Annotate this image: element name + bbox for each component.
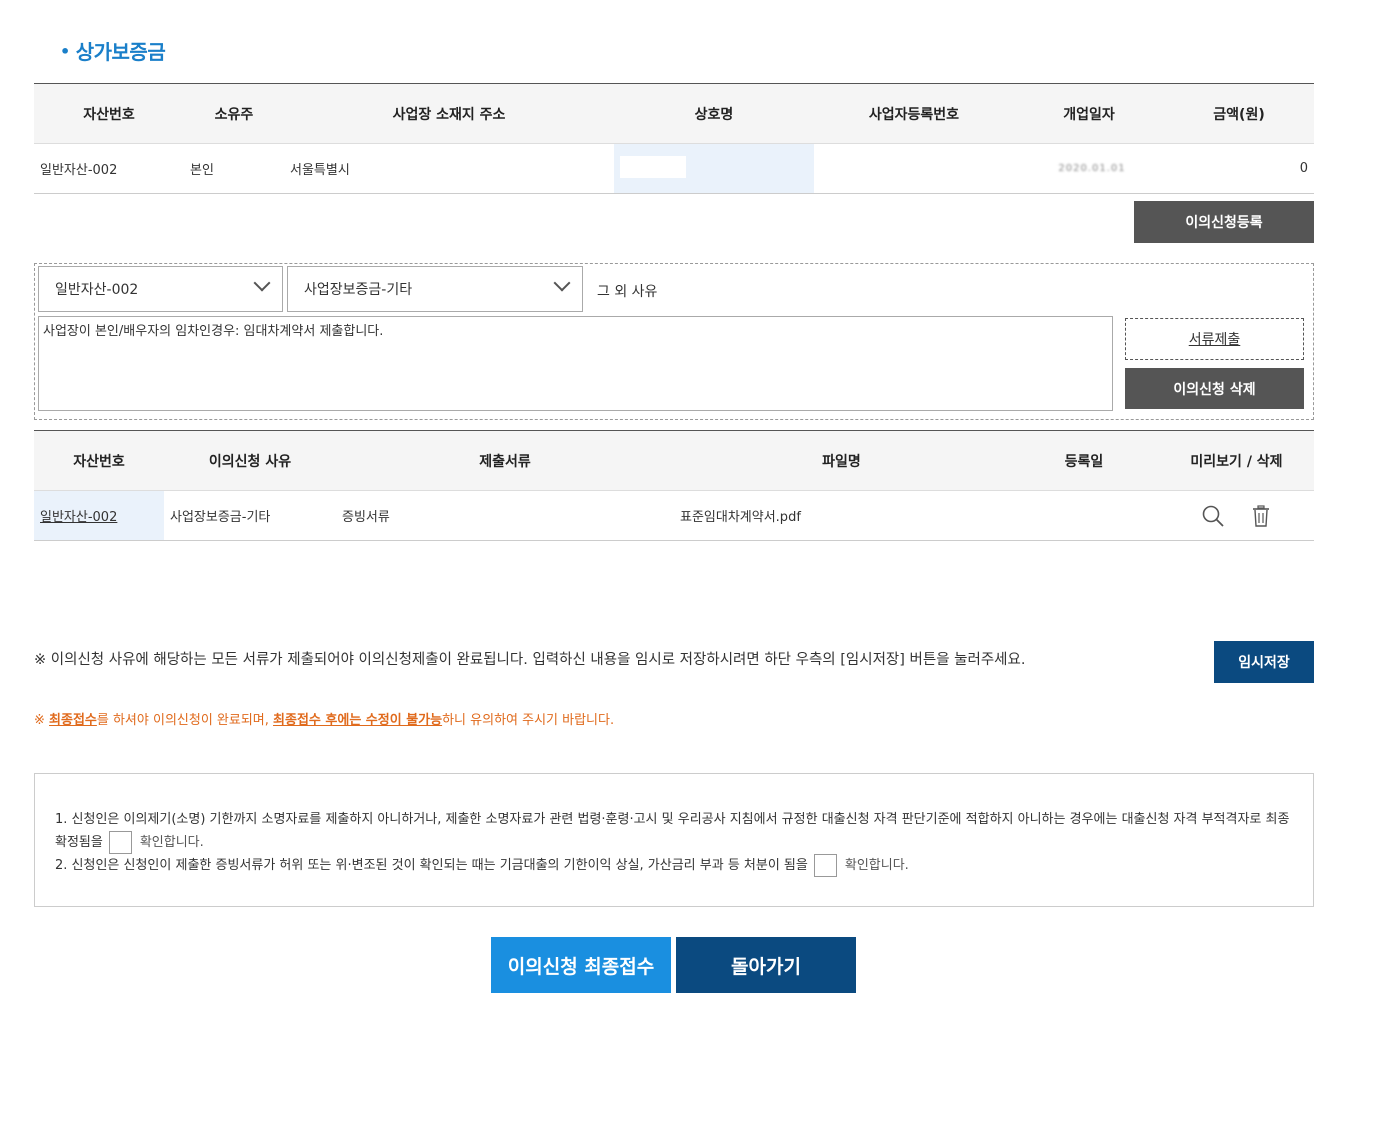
asset-table: 자산번호 소유주 사업장 소재지 주소 상호명 사업자등록번호 개업일자 금액(… [34,83,1314,194]
cell-open-date: 2020.01.01 [1058,163,1126,174]
reason-select-value: 사업장보증금-기타 [304,282,413,298]
warning-text: ※ 최종접수를 하셔야 이의신청이 완료되며, 최종접수 후에는 수정이 불가능… [34,709,614,728]
warning-prefix: ※ [34,713,50,728]
agree-checkbox-2[interactable] [813,854,837,877]
header-asset-no: 자산번호 [73,453,125,470]
agreement-box: 1. 신청인은 이의제기(소명) 기한까지 소명자료를 제출하지 아니하거나, … [34,773,1314,907]
header-amount: 금액(원) [1213,106,1265,123]
cell-business-name[interactable] [614,144,814,193]
cell-doc: 증빙서류 [342,510,390,525]
document-table-header: 자산번호 이의신청 사유 제출서류 파일명 등록일 미리보기 / 삭제 [34,431,1314,491]
warning-bold-1: 최종접수 [49,713,97,728]
header-reason: 이의신청 사유 [208,453,292,470]
table-row: 일반자산-002 본인 서울특별시 2020.01.01 0 [34,144,1314,194]
asset-select-value: 일반자산-002 [55,282,139,298]
chevron-down-icon [253,274,271,292]
cell-asset-no: 일반자산-002 [40,163,118,178]
header-filename: 파일명 [822,453,861,470]
warning-bold-2: 최종접수 후에는 수정이 불가능 [273,713,443,728]
header-owner: 소유주 [214,106,254,123]
search-icon[interactable] [1201,504,1225,528]
cell-address: 서울특별시 [290,163,350,178]
agreement-item-2-text: 2. 신청인은 신청인이 제출한 증빙서류가 허위 또는 위·변조된 것이 확인… [55,858,808,873]
header-reg-date: 등록일 [1064,453,1104,470]
header-biz-reg-no: 사업자등록번호 [868,106,960,123]
agree-checkbox-1[interactable] [108,831,132,854]
bullet-icon: • [60,42,70,61]
objection-form: 일반자산-002 사업장보증금-기타 그 외 사유 사업장이 본인/배우자의 임… [34,263,1314,420]
document-table: 자산번호 이의신청 사유 제출서류 파일명 등록일 미리보기 / 삭제 일반자산… [34,430,1314,541]
temp-save-button[interactable]: 임시저장 [1214,641,1314,683]
reason-select[interactable]: 사업장보증금-기타 [287,266,583,312]
notice-text: ※ 이의신청 사유에 해당하는 모든 서류가 제출되어야 이의신청제출이 완료됩… [34,652,1026,668]
cell-owner: 본인 [190,163,214,178]
delete-objection-button[interactable]: 이의신청 삭제 [1125,368,1304,409]
other-reason-label: 그 외 사유 [597,284,658,300]
cell-filename: 표준임대차계약서.pdf [680,510,801,525]
asset-no-link[interactable]: 일반자산-002 [34,491,164,540]
chevron-down-icon [553,274,571,292]
register-objection-button[interactable]: 이의신청등록 [1134,201,1314,243]
final-submit-button[interactable]: 이의신청 최종접수 [491,937,671,993]
agreement-item-1: 1. 신청인은 이의제기(소명) 기한까지 소명자료를 제출하지 아니하거나, … [55,808,1293,854]
asset-table-header: 자산번호 소유주 사업장 소재지 주소 상호명 사업자등록번호 개업일자 금액(… [34,84,1314,144]
reason-textarea[interactable]: 사업장이 본인/배우자의 임차인경우: 임대차계약서 제출합니다. [38,316,1113,411]
header-docs: 제출서류 [479,453,531,470]
cell-biz-reg-no [814,144,1014,193]
agreement-item-2: 2. 신청인은 신청인이 제출한 증빙서류가 허위 또는 위·변조된 것이 확인… [55,854,1293,877]
cell-amount: 0 [1299,161,1308,176]
header-open-date: 개업일자 [1063,106,1115,123]
asset-select[interactable]: 일반자산-002 [38,266,283,312]
header-preview-delete: 미리보기 / 삭제 [1190,453,1283,470]
go-back-button[interactable]: 돌아가기 [676,937,856,993]
cell-reason: 사업장보증금-기타 [170,510,271,525]
section-title: • 상가보증금 [60,36,166,65]
header-asset-no: 자산번호 [83,106,135,123]
trash-icon[interactable] [1249,504,1273,528]
section-title-text: 상가보증금 [75,40,166,64]
cell-reg-date [1009,491,1159,540]
business-name-input[interactable] [620,155,686,178]
warning-text-2: 하니 유의하여 주시기 바랍니다. [442,713,615,728]
table-row: 일반자산-002 사업장보증금-기타 증빙서류 표준임대차계약서.pdf [34,491,1314,541]
confirm-label-2: 확인합니다. [844,858,909,873]
agreement-item-1-text: 1. 신청인은 이의제기(소명) 기한까지 소명자료를 제출하지 아니하거나, … [55,812,1290,850]
cell-actions [1159,491,1314,540]
header-address: 사업장 소재지 주소 [392,106,506,123]
warning-text-1: 를 하셔야 이의신청이 완료되며, [96,713,274,728]
submit-docs-button[interactable]: 서류제출 [1125,318,1304,360]
confirm-label-1: 확인합니다. [139,835,204,850]
header-business-name: 상호명 [694,106,734,123]
